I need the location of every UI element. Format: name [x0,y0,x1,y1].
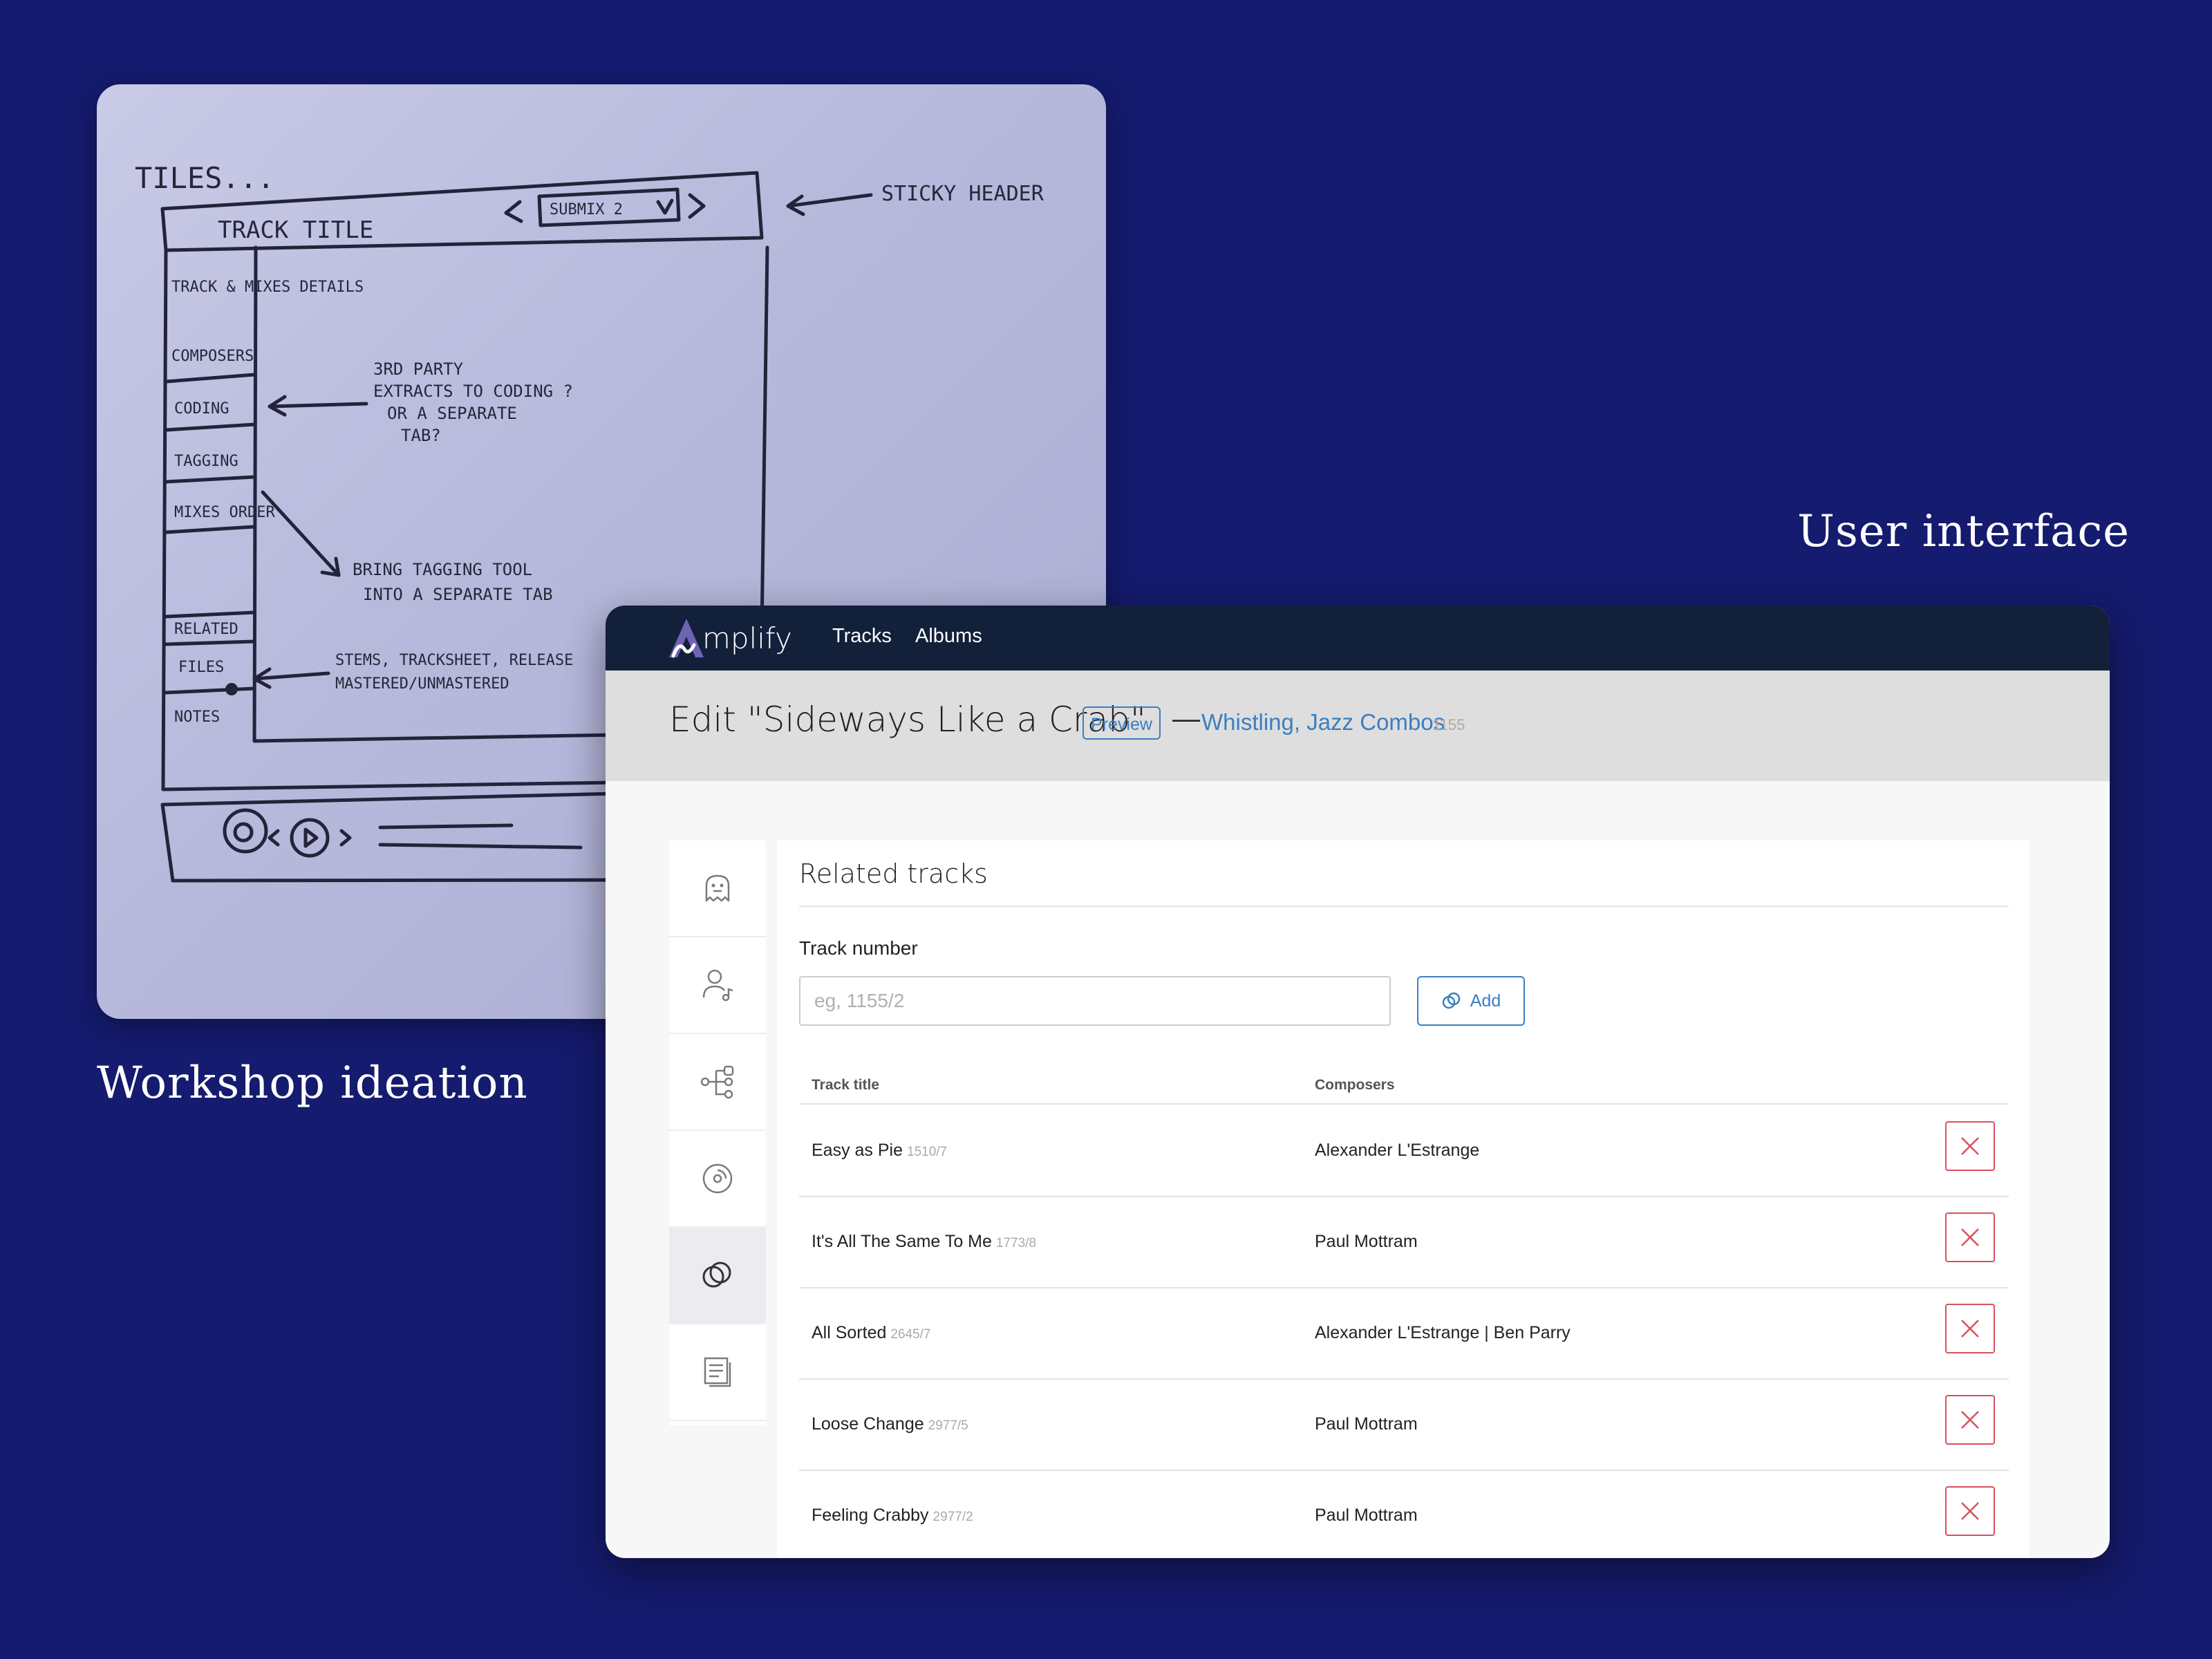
track-title-cell: Feeling Crabby 2977/2 [812,1506,973,1526]
track-number: 2977/2 [932,1510,973,1524]
track-title[interactable]: Loose Change [812,1414,924,1434]
composers-cell: Alexander L'Estrange [1315,1141,1480,1160]
composers-cell: Paul Mottram [1315,1506,1418,1525]
remove-button[interactable] [1945,1121,1995,1171]
wb-note-line: INTO A SEPARATE TAB [363,585,553,604]
wb-note-line: OR A SEPARATE [387,404,517,423]
logo-text: mplify [702,621,792,655]
track-number: 1773/8 [995,1236,1037,1250]
page-title: Edit "Sideways Like a Crab" [669,700,1146,740]
sidebar-item-notes[interactable] [669,1324,766,1421]
wb-track-title-label: TRACK TITLE [218,216,373,244]
track-number: 1510/7 [907,1145,948,1159]
preview-button[interactable]: Preview [1082,706,1161,740]
close-icon [1961,1228,1979,1246]
add-button-label: Add [1470,991,1501,1011]
remove-button[interactable] [1945,1304,1995,1353]
table-row: Loose Change 2977/5 Paul Mottram [799,1378,2009,1470]
wb-note-line: BRING TAGGING TOOL [353,560,532,579]
wb-note-line: EXTRACTS TO CODING ? [373,382,573,401]
amplify-logo[interactable]: mplify [666,614,792,662]
close-icon [1961,1320,1979,1338]
page-header: Edit "Sideways Like a Crab" Preview — Wh… [606,671,2110,781]
track-number: 2977/5 [928,1418,968,1433]
track-title[interactable]: It's All The Same To Me [812,1232,992,1251]
table-row: It's All The Same To Me 1773/8 Paul Mottr… [799,1196,2009,1287]
wb-submix-label: SUBMIX 2 [550,201,623,218]
sidebar-item-details[interactable] [669,841,766,937]
related-tracks-panel: Related tracks Track number Add Track ti… [777,841,2030,1558]
category-id: 1155 [1432,716,1465,733]
composers-cell: Paul Mottram [1315,1414,1418,1434]
track-title-cell: Easy as Pie 1510/7 [812,1141,947,1161]
track-number-input[interactable] [799,976,1391,1026]
remove-button[interactable] [1945,1395,1995,1445]
composers-cell: Paul Mottram [1315,1232,1418,1251]
close-icon [1961,1137,1979,1155]
close-icon [1961,1502,1979,1520]
panel-divider [799,906,2009,907]
wb-sidebar-item: COMPOSERS [171,348,254,365]
notes-icon [704,1357,731,1387]
related-circles-icon [1442,992,1460,1009]
user-music-icon [702,969,733,1002]
workshop-ideation-caption: Workshop ideation [97,1058,528,1109]
sidebar-item-coding[interactable] [669,1034,766,1131]
wb-sticky-header-label: STICKY HEADER [881,182,1044,206]
column-header-composers[interactable]: Composers [1315,1077,1395,1094]
ghost-icon [705,874,730,902]
track-number: 2645/7 [890,1327,931,1342]
wb-sidebar-item: CODING [174,400,229,418]
column-header-track-title[interactable]: Track title [812,1077,879,1094]
wb-sidebar-item: TRACK & MIXES DETAILS [171,279,364,296]
amplify-logo-icon [669,619,704,658]
sidebar-item-files[interactable] [669,1131,766,1228]
track-title-cell: Loose Change 2977/5 [812,1414,968,1434]
top-nav: mplify Tracks Albums [606,606,2110,671]
close-icon [1961,1411,1979,1429]
add-button[interactable]: Add [1417,976,1525,1026]
nav-tracks-link[interactable]: Tracks [832,625,892,648]
wb-note-line: 3RD PARTY [373,359,464,379]
wb-sidebar-item: MIXES ORDER [174,504,275,521]
wb-tiles-label: TILES... [135,161,274,195]
table-row: Easy as Pie 1510/7 Alexander L'Estrange [799,1105,2009,1196]
wb-note-line: TAB? [401,426,441,445]
app-window: mplify Tracks Albums Edit "Sideways Like… [606,606,2110,1558]
category-link[interactable]: Whistling, Jazz Combos [1201,709,1445,735]
disc-icon [702,1163,733,1194]
wb-sidebar-item: NOTES [174,709,220,726]
wb-sidebar-item: RELATED [174,621,238,638]
sidebar-item-composers[interactable] [669,937,766,1034]
remove-button[interactable] [1945,1486,1995,1536]
wb-note-line: STEMS, TRACKSHEET, RELEASE [335,652,573,669]
track-title[interactable]: Feeling Crabby [812,1506,929,1525]
user-interface-caption: User interface [1797,506,2130,557]
tree-icon [700,1065,734,1099]
table-row: Feeling Crabby 2977/2 Paul Mottram [799,1470,2009,1558]
remove-button[interactable] [1945,1212,1995,1262]
nav-albums-link[interactable]: Albums [915,625,982,648]
composers-cell: Alexander L'Estrange | Ben Parry [1315,1323,1571,1342]
sidebar-item-related[interactable] [669,1228,766,1324]
related-circles-icon [702,1262,731,1288]
track-number-label: Track number [799,937,918,959]
track-title[interactable]: All Sorted [812,1323,886,1342]
wb-sidebar-item: TAGGING [174,453,238,470]
section-sidebar [669,841,766,1425]
panel-title: Related tracks [799,859,988,889]
track-title-cell: All Sorted 2645/7 [812,1323,931,1343]
track-title-cell: It's All The Same To Me 1773/8 [812,1232,1036,1252]
title-dash: — [1172,704,1200,734]
wb-note-line: MASTERED/UNMASTERED [335,675,509,693]
track-title[interactable]: Easy as Pie [812,1141,903,1160]
table-row: All Sorted 2645/7 Alexander L'Estrange | … [799,1287,2009,1378]
wb-sidebar-item: FILES [178,659,224,676]
